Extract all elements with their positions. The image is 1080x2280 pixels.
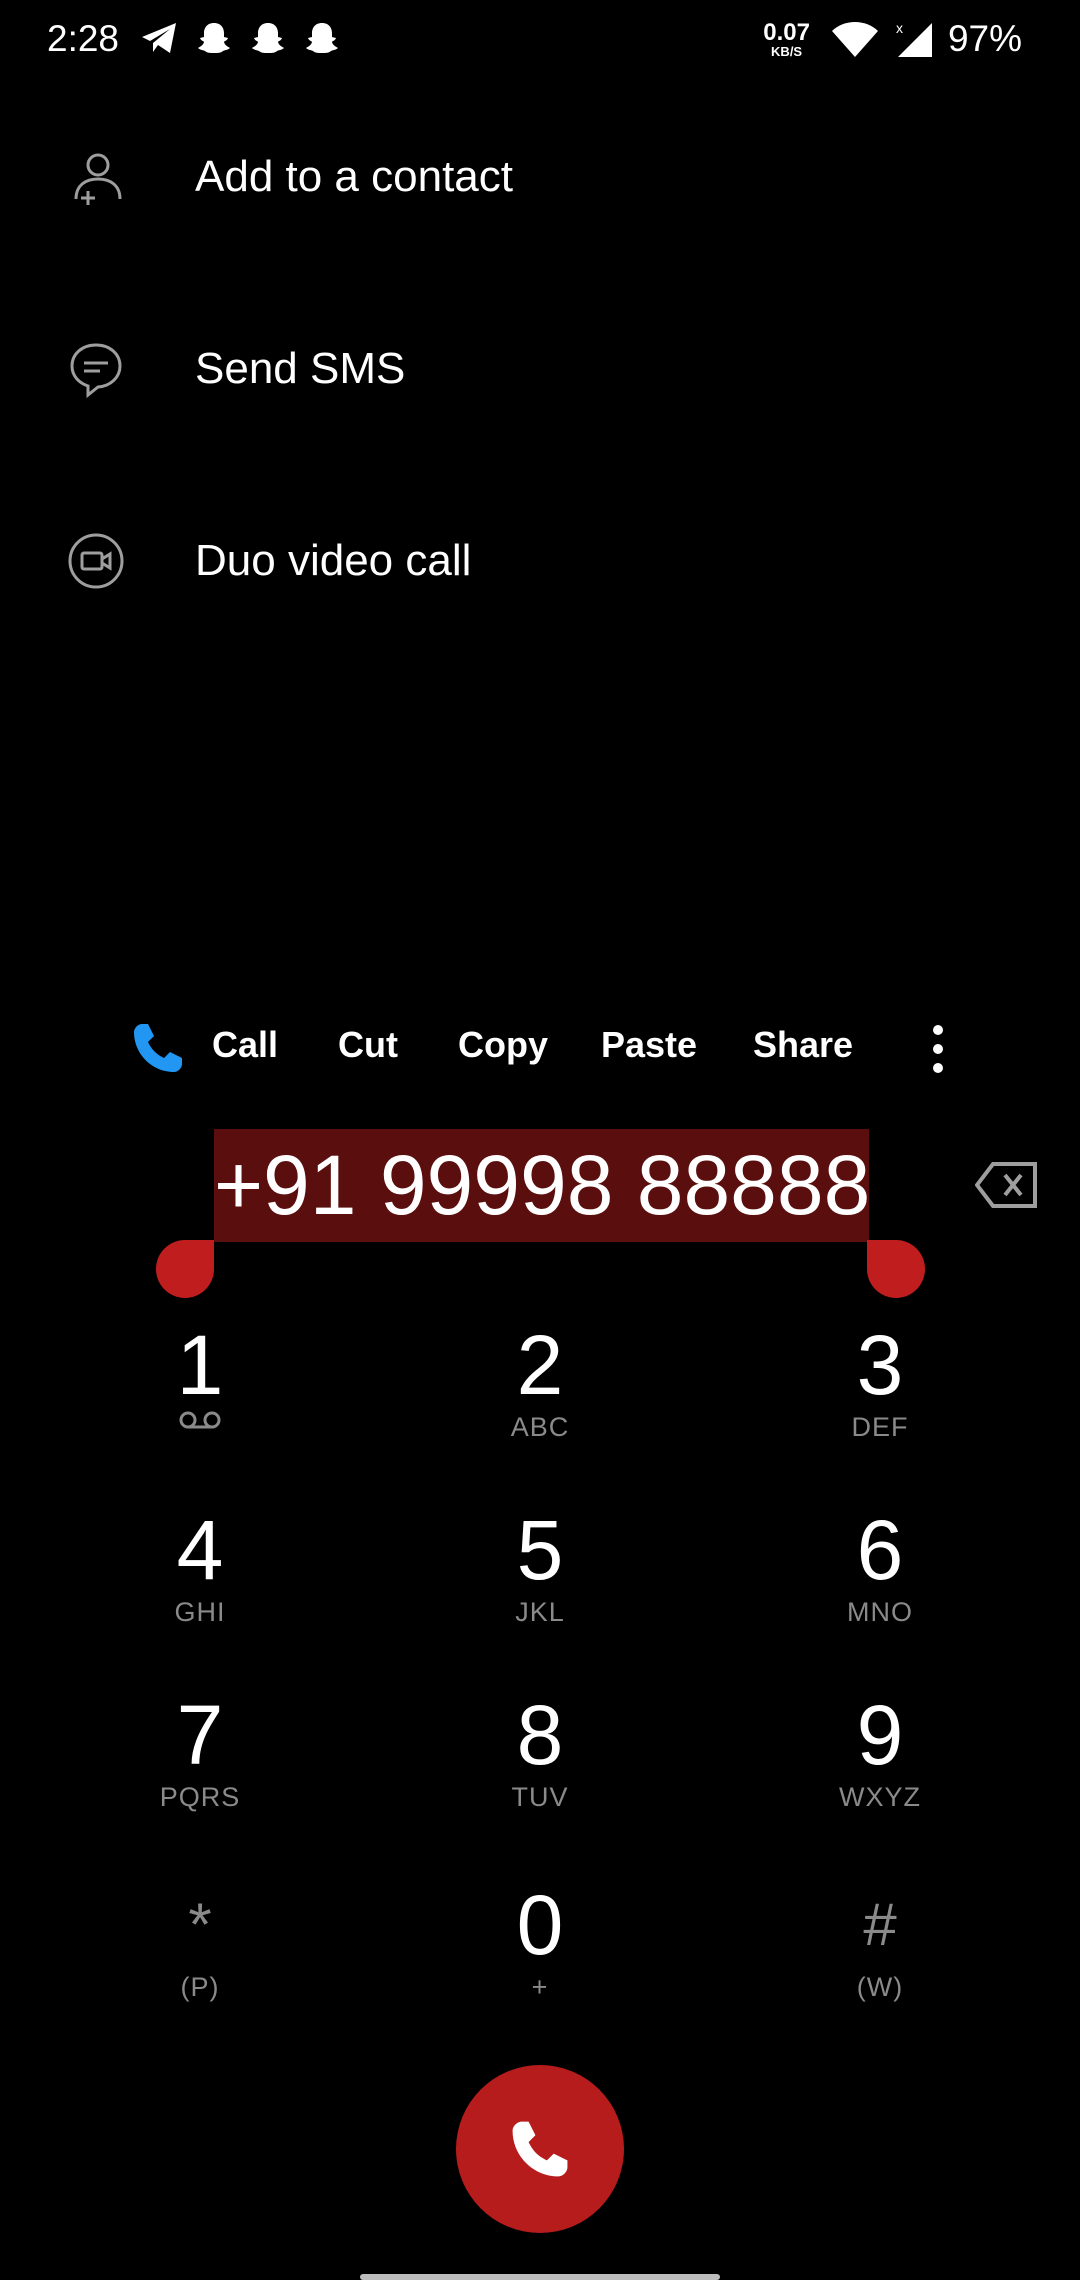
backspace-icon[interactable] — [975, 1160, 1039, 1210]
key-digit: * — [188, 1891, 212, 1958]
key-1[interactable]: 1 — [70, 1320, 330, 1470]
key-star[interactable]: * (P) — [70, 1880, 330, 2030]
gesture-nav-bar[interactable] — [360, 2274, 720, 2280]
battery-percent: 97% — [947, 18, 1022, 59]
key-digit: 5 — [516, 1503, 564, 1597]
send-sms-label: Send SMS — [195, 344, 406, 393]
share-action[interactable]: Share — [753, 1024, 853, 1066]
svg-text:x: x — [896, 20, 903, 36]
call-phone-icon[interactable] — [130, 1020, 186, 1076]
key-digit: 6 — [856, 1503, 904, 1597]
key-7[interactable]: 7 PQRS — [70, 1690, 330, 1840]
send-sms-row[interactable]: Send SMS — [0, 309, 1080, 429]
voicemail-icon — [179, 1411, 221, 1429]
key-digit: 4 — [176, 1503, 224, 1597]
key-letters: JKL — [515, 1597, 565, 1627]
cut-action[interactable]: Cut — [338, 1024, 398, 1066]
key-2[interactable]: 2 ABC — [410, 1320, 670, 1470]
wifi-icon — [831, 22, 878, 57]
selection-handle-end[interactable] — [867, 1240, 925, 1298]
status-bar: 2:28 0.07 KB/S x 97% — [0, 0, 1080, 80]
video-call-icon — [68, 533, 124, 589]
key-letters: TUV — [511, 1782, 569, 1812]
key-9[interactable]: 9 WXYZ — [750, 1690, 1010, 1840]
sms-icon — [70, 343, 122, 399]
key-letters: DEF — [851, 1412, 909, 1442]
key-digit: 3 — [856, 1318, 904, 1412]
key-digit: 9 — [856, 1688, 904, 1782]
key-digit: 2 — [516, 1318, 564, 1412]
duo-video-call-row[interactable]: Duo video call — [0, 501, 1080, 621]
add-to-contact-label: Add to a contact — [195, 152, 513, 201]
add-contact-icon — [74, 153, 122, 205]
key-letters: (P) — [180, 1972, 220, 2002]
signal-icon: x — [896, 20, 932, 57]
key-letters: ABC — [510, 1412, 570, 1442]
key-letters: + — [531, 1972, 549, 2002]
key-hash[interactable]: # (W) — [750, 1880, 1010, 2030]
key-letters: MNO — [847, 1597, 913, 1627]
key-6[interactable]: 6 MNO — [750, 1505, 1010, 1655]
speed-unit: KB/S — [771, 43, 803, 59]
key-digit: 0 — [516, 1878, 564, 1972]
duo-video-call-label: Duo video call — [195, 536, 472, 585]
key-5[interactable]: 5 JKL — [410, 1505, 670, 1655]
more-options-icon[interactable] — [926, 1022, 950, 1076]
key-letters: GHI — [174, 1597, 226, 1627]
key-4[interactable]: 4 GHI — [70, 1505, 330, 1655]
key-3[interactable]: 3 DEF — [750, 1320, 1010, 1470]
key-digit: 7 — [176, 1688, 224, 1782]
status-right: 0.07 KB/S x 97% — [763, 18, 1022, 60]
key-digit: 1 — [176, 1318, 224, 1412]
phone-icon — [512, 2121, 568, 2177]
add-to-contact-row[interactable]: Add to a contact — [0, 117, 1080, 237]
snapchat-icon — [252, 23, 284, 53]
key-letters: WXYZ — [839, 1782, 921, 1812]
key-letters: (W) — [856, 1972, 904, 2002]
key-digit: # — [863, 1891, 897, 1958]
status-time: 2:28 — [47, 18, 120, 59]
key-digit: 8 — [516, 1688, 564, 1782]
notification-icons — [140, 20, 340, 56]
key-letters: PQRS — [159, 1782, 241, 1812]
key-8[interactable]: 8 TUV — [410, 1690, 670, 1840]
text-selection-toolbar: Call Cut Copy Paste Share — [0, 1000, 1080, 1096]
call-action[interactable]: Call — [212, 1024, 278, 1066]
dialed-number[interactable]: +91 99998 88888 — [214, 1129, 870, 1242]
snapchat-icon — [306, 23, 338, 53]
call-button[interactable] — [456, 2065, 624, 2233]
key-0[interactable]: 0 + — [410, 1880, 670, 2030]
network-speed: 0.07 KB/S — [763, 18, 810, 59]
snapchat-icon — [198, 23, 230, 53]
telegram-icon — [142, 23, 176, 53]
paste-action[interactable]: Paste — [601, 1024, 697, 1066]
selection-handle-start[interactable] — [156, 1240, 214, 1298]
speed-value: 0.07 — [763, 18, 810, 46]
copy-action[interactable]: Copy — [458, 1024, 548, 1066]
